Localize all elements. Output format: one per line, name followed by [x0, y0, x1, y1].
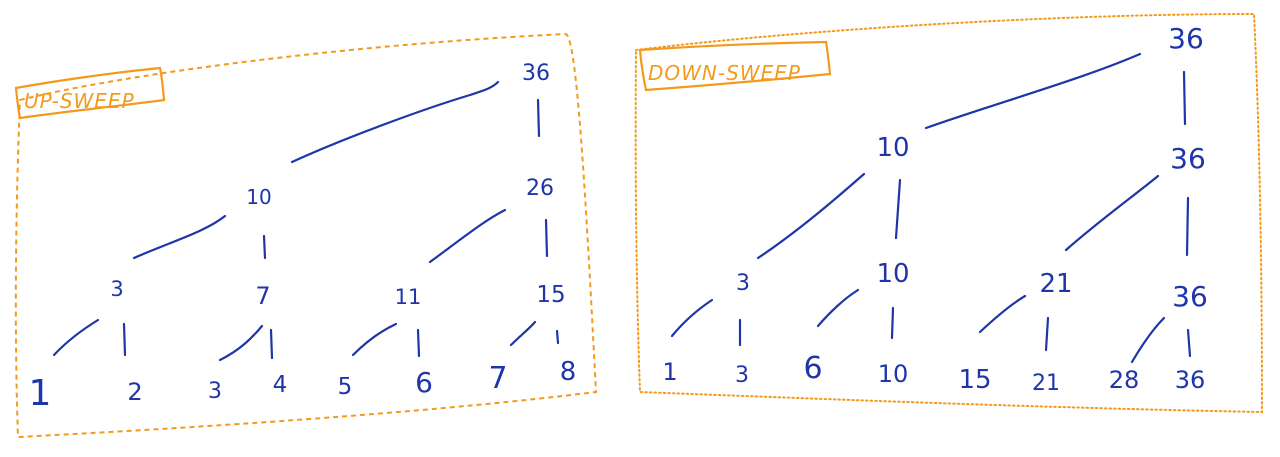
tree-node: 2	[127, 378, 142, 406]
edge	[416, 328, 421, 358]
edge	[269, 328, 274, 360]
tree-node: 3	[208, 379, 222, 404]
edge	[670, 298, 714, 338]
edge	[1185, 196, 1190, 257]
tree-node: 6	[415, 366, 433, 399]
tree-node: 36	[522, 61, 550, 86]
tree-node: 1	[662, 358, 677, 386]
edge	[1130, 316, 1166, 364]
edge	[290, 80, 500, 164]
tree-node: 36	[1175, 366, 1206, 394]
edge	[52, 318, 100, 357]
edge	[555, 329, 560, 345]
edge	[890, 306, 895, 340]
edge	[1186, 328, 1192, 358]
edge	[262, 234, 267, 260]
tree-node: 5	[338, 374, 353, 400]
edge	[816, 288, 860, 328]
edge	[894, 178, 902, 240]
tree-node: 26	[526, 176, 554, 201]
down-sweep-edges	[670, 52, 1192, 364]
edge	[1044, 316, 1050, 352]
edge	[536, 98, 541, 138]
tree-node: 36	[1170, 142, 1206, 175]
tree-node: 10	[876, 259, 909, 289]
up-sweep-panel: UP-SWEEP 36 10 26 3 7 11 15 1 2 3 4 5 6 …	[14, 32, 598, 439]
edge	[122, 322, 127, 357]
tree-node: 3	[736, 271, 750, 296]
up-sweep-label: UP-SWEEP	[24, 89, 135, 113]
tree-node: 3	[110, 277, 123, 301]
up-sweep-nodes: 36 10 26 3 7 11 15 1 2 3 4 5 6 7 8	[29, 61, 577, 414]
tree-node: 8	[560, 357, 577, 387]
tree-node: 11	[395, 285, 422, 309]
tree-node: 7	[255, 282, 270, 310]
tree-node: 15	[958, 365, 991, 395]
edge	[756, 172, 866, 260]
tree-node: 4	[273, 372, 288, 398]
tree-node: 1	[29, 373, 52, 414]
tree-node: 21	[1032, 371, 1060, 396]
tree-node: 15	[536, 282, 565, 308]
tree-node: 36	[1168, 22, 1204, 55]
up-sweep-edges	[52, 80, 560, 362]
whiteboard-canvas: UP-SWEEP 36 10 26 3 7 11 15 1 2 3 4 5 6 …	[14, 12, 1264, 439]
edge	[351, 322, 398, 357]
edge	[132, 214, 227, 260]
edge	[1182, 70, 1187, 126]
edge	[544, 218, 549, 258]
down-sweep-label: DOWN-SWEEP	[648, 61, 801, 85]
edge	[1064, 174, 1160, 252]
edge	[924, 52, 1142, 130]
edge	[509, 320, 537, 347]
tree-node: 10	[876, 133, 909, 163]
tree-node: 7	[488, 361, 507, 396]
tree-node: 21	[1039, 269, 1072, 299]
edge	[978, 294, 1027, 334]
tree-node: 10	[878, 360, 909, 388]
tree-node: 28	[1109, 366, 1140, 394]
tree-node: 3	[735, 363, 749, 388]
edge	[428, 208, 507, 264]
down-sweep-panel: DOWN-SWEEP 36 10 36 3 10 21 36 1 3 6 10 …	[634, 12, 1264, 414]
tree-node: 36	[1172, 280, 1208, 313]
tree-node: 10	[246, 185, 271, 209]
tree-node: 6	[803, 351, 822, 386]
edge	[218, 324, 264, 362]
